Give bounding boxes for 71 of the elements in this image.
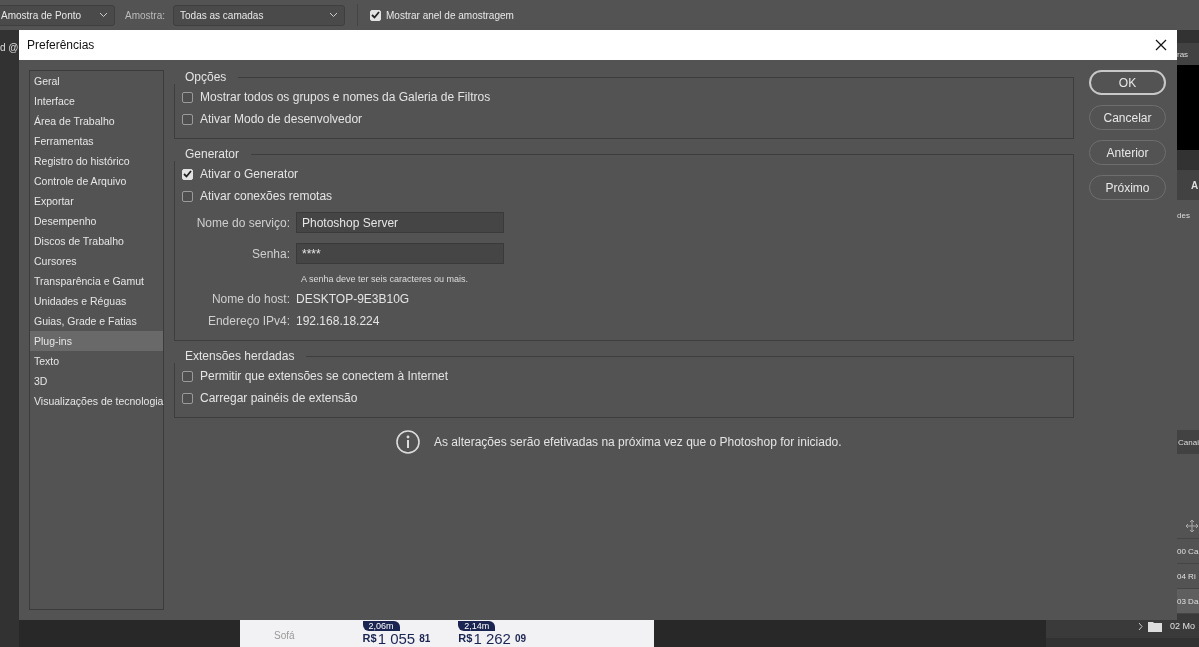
info-label: Endereço IPv4:: [206, 314, 291, 328]
chevron-down-icon: [329, 12, 338, 18]
sidebar-item[interactable]: Geral: [30, 71, 163, 91]
currency-label: R$: [362, 631, 377, 646]
sidebar-item[interactable]: Cursores: [30, 251, 163, 271]
sidebar-item[interactable]: Discos de Trabalho: [30, 231, 163, 251]
field-label: Nome do serviço:: [195, 215, 291, 230]
sidebar-item[interactable]: Texto: [30, 351, 163, 371]
close-icon: [1155, 39, 1167, 51]
sidebar-item[interactable]: Controle de Arquivo: [30, 171, 163, 191]
document-tab[interactable]: d @: [0, 38, 19, 57]
info-value: 192.168.18.224: [296, 314, 380, 328]
checkbox[interactable]: [182, 91, 193, 103]
checkbox[interactable]: [182, 370, 193, 382]
chevron-down-icon: [99, 12, 108, 18]
dialog-button[interactable]: Anterior: [1089, 140, 1166, 165]
move-icon: [1186, 520, 1198, 532]
check-icon: [371, 11, 380, 19]
sidebar-item[interactable]: Visualizações de tecnologia: [30, 391, 163, 411]
checkbox-label: Carregar painéis de extensão: [200, 391, 358, 405]
sidebar-item[interactable]: Transparência e Gamut: [30, 271, 163, 291]
sidebar-item[interactable]: Interface: [30, 91, 163, 111]
checkbox[interactable]: [182, 113, 193, 125]
currency-label: R$: [458, 631, 473, 646]
sidebar-item[interactable]: Plug-ins: [30, 331, 163, 351]
hint-text: A senha deve ter seis caracteres ou mais.: [301, 273, 469, 284]
checkbox-label: Ativar o Generator: [200, 167, 299, 181]
sidebar-item[interactable]: 3D: [30, 371, 163, 391]
checkbox-label: Ativar Modo de desenvolvedor: [200, 112, 363, 126]
product-label: Sofá: [274, 630, 295, 643]
dialog-button[interactable]: Cancelar: [1089, 105, 1166, 130]
group-title: Generator: [184, 147, 241, 161]
checkbox[interactable]: [182, 190, 193, 202]
sidebar-item[interactable]: Unidades e Réguas: [30, 291, 163, 311]
info-icon: [396, 430, 420, 454]
panel-tab[interactable]: A: [1191, 179, 1199, 191]
checkbox[interactable]: [182, 392, 193, 404]
sample-label: Amostra:: [125, 9, 165, 21]
info-label: Nome do host:: [210, 292, 291, 306]
field-label: Senha:: [250, 246, 291, 261]
cents-label: 09: [514, 632, 527, 646]
sample-dropdown[interactable]: Todas as camadas: [173, 4, 345, 26]
sidebar-item[interactable]: Registro do histórico: [30, 151, 163, 171]
price-label: 1 055: [377, 631, 416, 646]
size-tag: 2,06m: [362, 621, 400, 631]
input-field[interactable]: ****: [296, 243, 504, 264]
sidebar-item[interactable]: Desempenho: [30, 211, 163, 231]
size-tag: 2,14m: [458, 621, 496, 631]
sidebar-item[interactable]: Guias, Grade e Fatias: [30, 311, 163, 331]
checkbox-label: Ativar conexões remotas: [200, 189, 333, 203]
close-button[interactable]: [1153, 37, 1169, 53]
check-icon: [183, 170, 192, 178]
checkbox-label: Mostrar todos os grupos e nomes da Galeria de Filtros: [200, 90, 491, 104]
input-field[interactable]: Photoshop Server: [296, 212, 504, 233]
price-label: 1 262: [473, 631, 511, 646]
notice-text: As alterações serão efetivadas na próxima vez que o Photoshop for iniciado.: [434, 435, 842, 449]
panel-label: des: [1176, 210, 1190, 220]
window-title: Preferências: [27, 38, 95, 52]
sidebar-item[interactable]: Ferramentas: [30, 131, 163, 151]
group-title: Extensões herdadas: [184, 349, 296, 363]
checkbox-label: Permitir que extensões se conectem à Internet: [200, 369, 449, 383]
sidebar-item[interactable]: Exportar: [30, 191, 163, 211]
sidebar-item[interactable]: Área de Trabalho: [30, 111, 163, 131]
group-title: Opções: [184, 70, 228, 84]
dialog-button[interactable]: OK: [1089, 70, 1166, 95]
caret-right-icon: [1138, 621, 1143, 631]
sample-size-dropdown[interactable]: Amostra de Ponto: [0, 4, 115, 26]
dialog-button[interactable]: Próximo: [1089, 175, 1166, 200]
info-value: DESKTOP-9E3B10G: [296, 292, 410, 306]
cents-label: 81: [419, 632, 431, 646]
checkbox-label: Mostrar anel de amostragem: [386, 9, 514, 21]
